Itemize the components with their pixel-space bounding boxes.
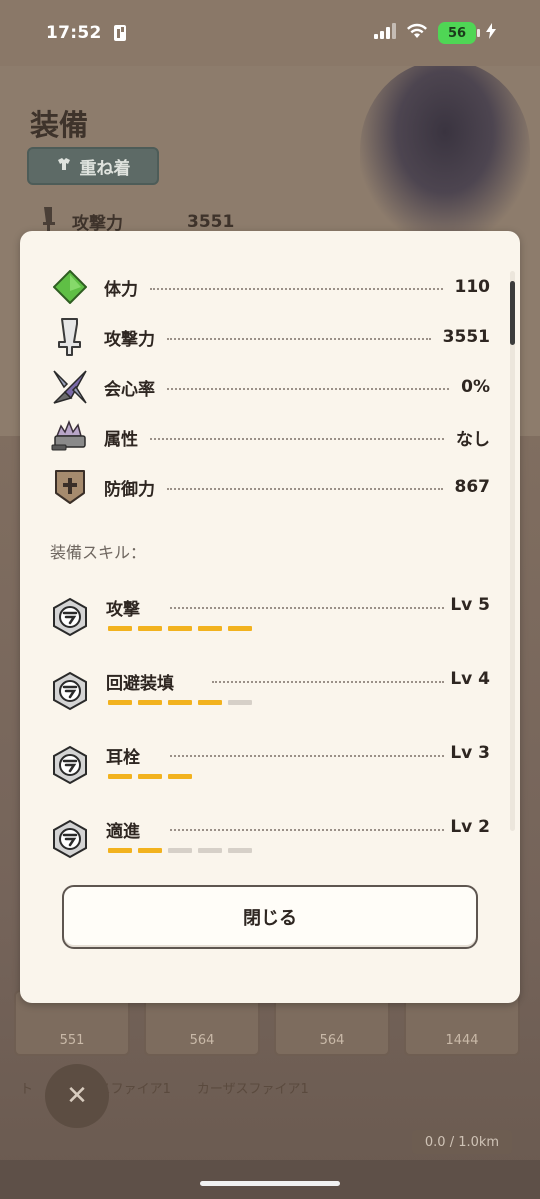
status-time: 17:52 (46, 23, 102, 43)
signal-icon (374, 23, 396, 43)
status-detail-modal: 体力 110 攻撃力 3551 会心率 0% 属性 なし 防御力 867 装備ス… (20, 231, 520, 1003)
status-indicators: 56 (374, 22, 496, 44)
dotted-leader (170, 607, 444, 609)
skill-gem-icon (50, 745, 90, 785)
skill-level: Lv 5 (450, 595, 490, 615)
skill-name: 耳栓 (106, 748, 140, 768)
bottom-bar (0, 1160, 540, 1199)
level-segment-filled (138, 774, 162, 779)
stat-value: 110 (454, 277, 491, 297)
close-button[interactable]: 閉じる (62, 885, 478, 949)
skill-row[interactable]: 耳栓 Lv 3 (50, 743, 490, 803)
skill-name: 攻撃 (106, 600, 140, 620)
dotted-leader (150, 288, 443, 290)
level-segment-filled (108, 848, 132, 853)
level-segment-filled (108, 774, 132, 779)
skill-level: Lv 4 (450, 669, 490, 689)
level-segment-empty (228, 700, 252, 705)
dotted-leader (167, 338, 431, 340)
level-segment-filled (108, 626, 132, 631)
stat-row-element: 属性 なし (50, 417, 490, 457)
skill-name: 回避装填 (106, 674, 174, 694)
level-segment-empty (198, 848, 222, 853)
stat-label: 属性 (104, 429, 138, 450)
level-segment-filled (108, 700, 132, 705)
stat-label: 防御力 (104, 479, 155, 500)
page-title: 装備 (30, 108, 89, 142)
level-segment-filled (168, 700, 192, 705)
wifi-icon (406, 23, 428, 43)
dotted-leader (167, 388, 450, 390)
skill-level: Lv 2 (450, 817, 490, 837)
dotted-leader (170, 829, 444, 831)
status-bar: 17:52 56 (0, 0, 540, 66)
scrollbar-thumb[interactable] (510, 281, 515, 345)
skill-level-bar (108, 774, 192, 779)
level-segment-filled (138, 700, 162, 705)
level-segment-filled (168, 626, 192, 631)
skill-gem-icon (50, 671, 90, 711)
level-segment-filled (198, 700, 222, 705)
level-segment-filled (228, 626, 252, 631)
dotted-leader (212, 681, 444, 683)
skill-gem-icon (50, 819, 90, 859)
equipment-name: ト (20, 1082, 34, 1097)
layered-armor-icon (56, 156, 72, 176)
level-segment-filled (138, 848, 162, 853)
stat-value: 0% (461, 377, 490, 397)
stat-value: 3551 (442, 327, 490, 347)
skill-level-bar (108, 700, 252, 705)
stat-label: 体力 (104, 279, 138, 300)
skill-row[interactable]: 適進 Lv 2 (50, 817, 490, 877)
stat-row-attack: 攻撃力 3551 (50, 317, 490, 357)
level-segment-filled (198, 626, 222, 631)
scrollbar-track[interactable] (510, 271, 515, 831)
battery-icon: 56 (438, 22, 480, 44)
character-preview (360, 60, 530, 240)
skill-level-bar (108, 848, 252, 853)
skills-section-label: 装備スキル： (50, 543, 147, 562)
layered-armor-label: 重ね着 (79, 158, 131, 179)
stat-row-stamina: 体力 110 (50, 267, 490, 307)
stamina-icon (50, 267, 90, 307)
home-indicator[interactable] (200, 1181, 340, 1186)
skill-name: 適進 (106, 822, 140, 842)
stat-row-affinity: 会心率 0% (50, 367, 490, 407)
level-segment-filled (138, 626, 162, 631)
level-segment-empty (168, 848, 192, 853)
dotted-leader (170, 755, 444, 757)
layered-armor-button[interactable]: 重ね着 (27, 147, 159, 185)
stat-value: なし (456, 429, 490, 450)
background-attack-value: 3551 (187, 211, 235, 232)
skill-level: Lv 3 (450, 743, 490, 763)
dotted-leader (167, 488, 443, 490)
stat-row-defense: 防御力 867 (50, 467, 490, 507)
background-close-icon[interactable]: ✕ (45, 1064, 109, 1128)
skill-gem-icon (50, 597, 90, 637)
sim-card-icon (112, 24, 130, 42)
level-segment-empty (228, 848, 252, 853)
equipment-name: カーザスファイア1 (196, 1082, 309, 1097)
skill-row[interactable]: 攻撃 Lv 5 (50, 595, 490, 655)
distance-readout: 0.0 / 1.0km (412, 1130, 512, 1154)
level-segment-filled (168, 774, 192, 779)
affinity-icon (50, 367, 90, 407)
stat-label: 会心率 (104, 379, 155, 400)
skill-row[interactable]: 回避装填 Lv 4 (50, 669, 490, 729)
defense-shield-icon (50, 467, 90, 507)
skill-level-bar (108, 626, 252, 631)
dotted-leader (150, 438, 444, 440)
stat-label: 攻撃力 (104, 329, 155, 350)
stat-value: 867 (454, 477, 491, 497)
attack-sword-icon (50, 317, 90, 357)
element-icon (50, 417, 90, 457)
charging-icon (486, 23, 496, 43)
